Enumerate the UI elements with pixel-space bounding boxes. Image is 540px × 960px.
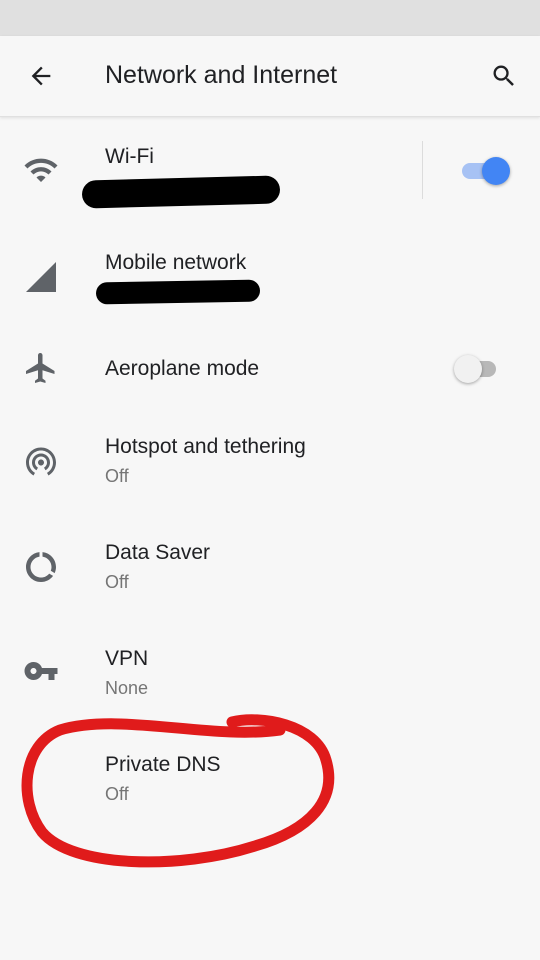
signal-icon — [22, 258, 60, 296]
private-dns-label: Private DNS — [105, 753, 221, 776]
aeroplane-mode-row[interactable]: Aeroplane mode — [0, 329, 540, 435]
app-bar: Network and Internet — [0, 36, 540, 117]
data-saver-label: Data Saver — [105, 541, 211, 564]
private-dns-status: Off — [105, 784, 129, 804]
toggle-thumb — [482, 157, 510, 185]
data-saver-icon — [22, 548, 60, 586]
toggle-thumb — [454, 355, 482, 383]
mobile-network-label: Mobile network — [105, 251, 247, 274]
back-arrow-icon — [31, 66, 51, 86]
vpn-status: None — [105, 678, 149, 698]
data-saver-status: Off — [105, 572, 129, 592]
redaction-mark — [95, 279, 261, 305]
search-button[interactable] — [480, 52, 528, 100]
private-dns-row[interactable]: Private DNS Off — [0, 753, 540, 859]
vpn-row[interactable]: VPN None — [0, 647, 540, 753]
aeroplane-mode-label: Aeroplane mode — [105, 357, 260, 380]
airplane-icon — [22, 349, 60, 387]
wifi-toggle[interactable] — [460, 152, 510, 188]
wifi-icon — [22, 151, 60, 189]
hotspot-label: Hotspot and tethering — [105, 435, 306, 458]
vpn-key-icon — [22, 652, 60, 690]
hotspot-status: Off — [105, 466, 129, 486]
hotspot-row[interactable]: Hotspot and tethering Off — [0, 435, 540, 541]
page-title: Network and Internet — [105, 61, 338, 89]
search-icon — [493, 65, 514, 86]
wifi-label: Wi-Fi — [105, 145, 154, 168]
hotspot-icon — [22, 442, 60, 480]
aeroplane-mode-toggle[interactable] — [454, 350, 502, 386]
data-saver-row[interactable]: Data Saver Off — [0, 541, 540, 647]
mobile-network-row[interactable]: Mobile network — [0, 223, 540, 329]
divider — [422, 141, 423, 199]
vpn-label: VPN — [105, 647, 149, 670]
back-button[interactable] — [17, 52, 65, 100]
wifi-row[interactable]: Wi-Fi — [0, 117, 540, 223]
redaction-mark — [81, 175, 281, 209]
status-bar — [0, 0, 540, 36]
